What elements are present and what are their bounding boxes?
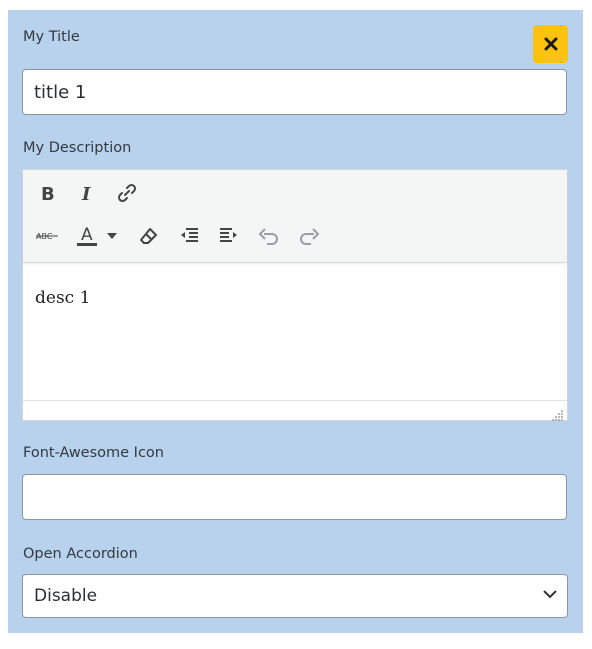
outdent-button[interactable] — [175, 222, 203, 250]
link-button[interactable] — [113, 179, 141, 207]
indent-button[interactable] — [215, 222, 243, 250]
resize-handle[interactable] — [552, 406, 564, 421]
svg-text:B: B — [41, 184, 55, 203]
clear-formatting-button[interactable] — [135, 222, 163, 250]
indent-icon — [220, 228, 237, 242]
description-label: My Description — [23, 140, 132, 156]
outdent-icon — [181, 228, 198, 242]
editor-statusbar — [23, 400, 567, 421]
eraser-icon — [140, 228, 157, 244]
title-input[interactable] — [22, 69, 567, 115]
text-color-icon: A — [77, 225, 97, 246]
redo-icon — [300, 228, 320, 245]
bold-button[interactable]: B — [33, 179, 61, 207]
icon-label: Font-Awesome Icon — [23, 445, 164, 461]
svg-text:I: I — [81, 184, 91, 203]
text-color-button[interactable]: A — [73, 222, 101, 250]
resize-grip-icon — [552, 410, 563, 421]
strikethrough-icon: ABC — [36, 232, 58, 241]
italic-button[interactable]: I — [73, 179, 101, 207]
description-content[interactable]: desc 1 — [35, 288, 90, 308]
redo-button[interactable] — [295, 222, 323, 250]
strikethrough-button[interactable]: ABC — [33, 222, 61, 250]
link-icon — [117, 183, 137, 203]
close-icon — [544, 37, 557, 51]
accordion-label: Open Accordion — [23, 546, 138, 562]
undo-icon — [258, 228, 278, 245]
accordion-item-panel: My Title My Description B I — [8, 10, 583, 633]
editor-toolbar: B I ABC A — [23, 170, 567, 263]
italic-icon: I — [81, 184, 91, 203]
bold-icon: B — [41, 184, 55, 203]
title-label: My Title — [23, 29, 80, 45]
undo-button[interactable] — [255, 222, 283, 250]
chevron-down-icon — [107, 233, 117, 239]
icon-input[interactable] — [22, 474, 567, 520]
remove-item-button[interactable] — [533, 25, 568, 63]
open-accordion-select[interactable]: Disable — [22, 574, 568, 618]
description-editor: B I ABC A desc 1 — [22, 169, 568, 421]
text-color-dropdown[interactable] — [103, 222, 121, 250]
svg-text:A: A — [81, 225, 93, 245]
chevron-down-icon — [543, 590, 557, 599]
select-value: Disable — [34, 586, 98, 606]
